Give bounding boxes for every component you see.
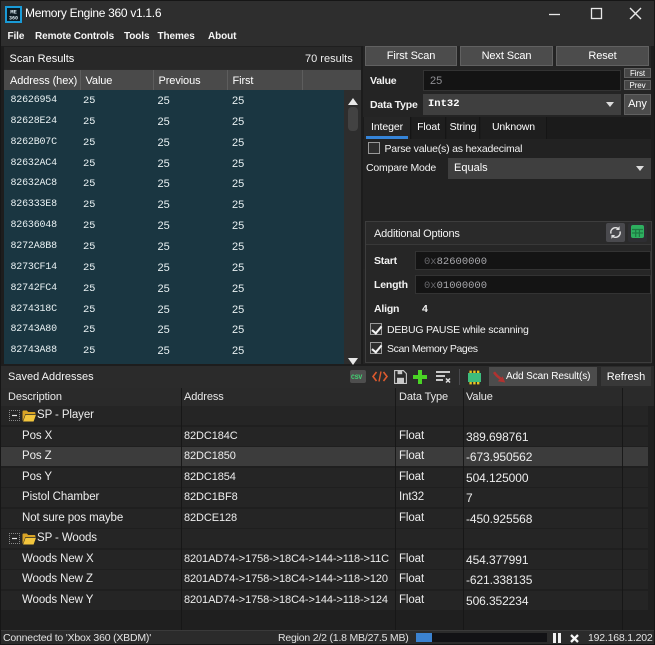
- svg-text:360: 360: [9, 16, 18, 22]
- svg-text:ME: ME: [10, 9, 17, 16]
